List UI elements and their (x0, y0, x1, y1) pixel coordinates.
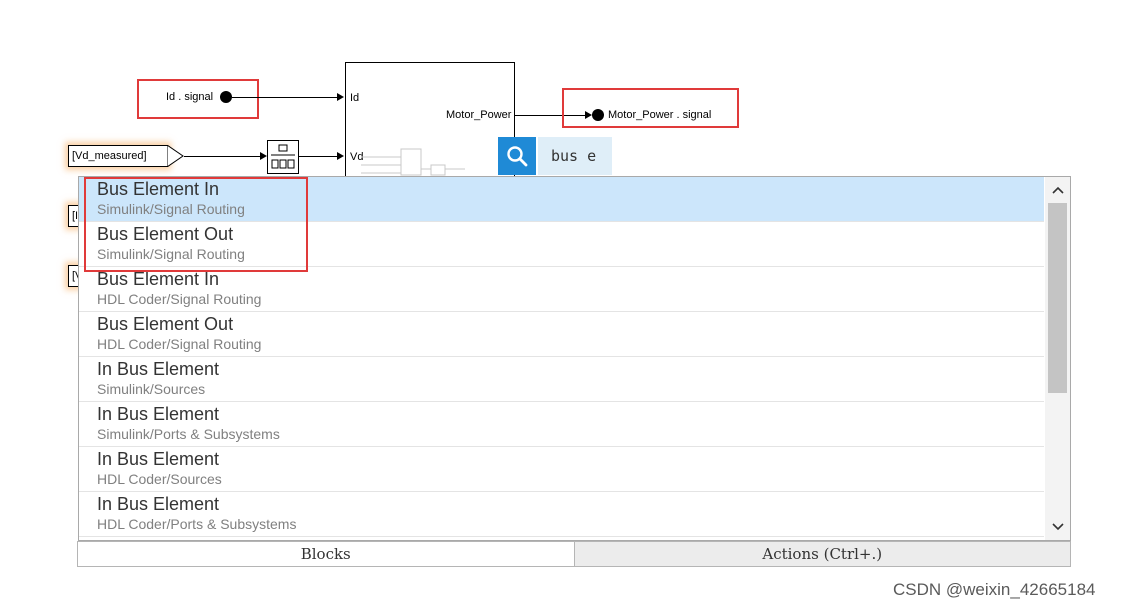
bus-to-subsystem-line[interactable] (299, 156, 337, 157)
results-scrollbar[interactable] (1045, 177, 1070, 540)
result-item[interactable]: In Bus Element Simulink/Ports & Subsystem… (79, 402, 1044, 447)
result-item[interactable]: Bus Element In HDL Coder/Signal Routing (79, 267, 1044, 312)
result-item[interactable]: In Bus Element HDL Coder/Sources (79, 447, 1044, 492)
chevron-up-icon (1051, 186, 1064, 194)
result-item-title: In Bus Element (97, 449, 220, 469)
vd-measured-line[interactable] (184, 156, 260, 157)
result-item-title: Bus Element Out (97, 314, 234, 334)
result-item-path: HDL Coder/Signal Routing (97, 336, 262, 352)
result-item[interactable]: In Bus Element Simulink/Sources (79, 357, 1044, 402)
bus-block-icon (271, 144, 295, 169)
quick-insert-tabs[interactable]: Blocks Actions (Ctrl+.) (77, 541, 1071, 567)
id-signal-line[interactable] (232, 97, 337, 98)
tab-blocks[interactable]: Blocks (78, 542, 575, 566)
tab-actions[interactable]: Actions (Ctrl+.) (574, 542, 1070, 566)
result-item-title: In Bus Element (97, 404, 220, 424)
scroll-up-button[interactable] (1045, 177, 1070, 203)
result-item-path: Simulink/Sources (97, 381, 206, 397)
result-item[interactable]: In Bus Element HDL Coder/Ports & Subsyste… (79, 492, 1044, 537)
result-item-title: In Bus Element (97, 494, 220, 514)
vd-port-arrow-icon (337, 152, 344, 160)
vd-measured-from-tag[interactable]: [Vd_measured] (68, 145, 168, 167)
search-input[interactable]: bus e (538, 137, 612, 175)
result-item[interactable]: Bus Element Out HDL Coder/Signal Routing (79, 312, 1044, 357)
bus-block[interactable] (267, 140, 299, 174)
vd-measured-tag-point-icon (167, 145, 184, 167)
result-item-path: Simulink/Ports & Subsystems (97, 426, 280, 442)
search-button[interactable] (498, 137, 536, 175)
scroll-thumb[interactable] (1048, 203, 1067, 393)
vd-measured-label: [Vd_measured] (72, 150, 147, 162)
id-signal-arrow-icon (337, 93, 344, 101)
vd-measured-arrow-icon (260, 152, 267, 160)
port-motor-power-label: Motor_Power (446, 109, 512, 121)
highlight-box-motor-power (562, 88, 739, 128)
result-item-path: HDL Coder/Ports & Subsystems (97, 516, 297, 532)
result-item-title: In Bus Element (97, 359, 220, 379)
highlight-box-results (84, 177, 308, 272)
controller-subsystem[interactable]: Id Vd Motor_Power (345, 62, 515, 182)
id-signal-port-dot[interactable] (220, 91, 232, 103)
search-icon (507, 146, 528, 167)
chevron-down-icon (1051, 523, 1064, 531)
scroll-down-button[interactable] (1045, 514, 1070, 540)
id-signal-label[interactable]: Id . signal (166, 91, 213, 103)
result-item-path: HDL Coder/Sources (97, 471, 222, 487)
port-id-label: Id (350, 92, 360, 104)
watermark: CSDN @weixin_42665184 (893, 580, 1096, 599)
result-item-path: HDL Coder/Signal Routing (97, 291, 262, 307)
